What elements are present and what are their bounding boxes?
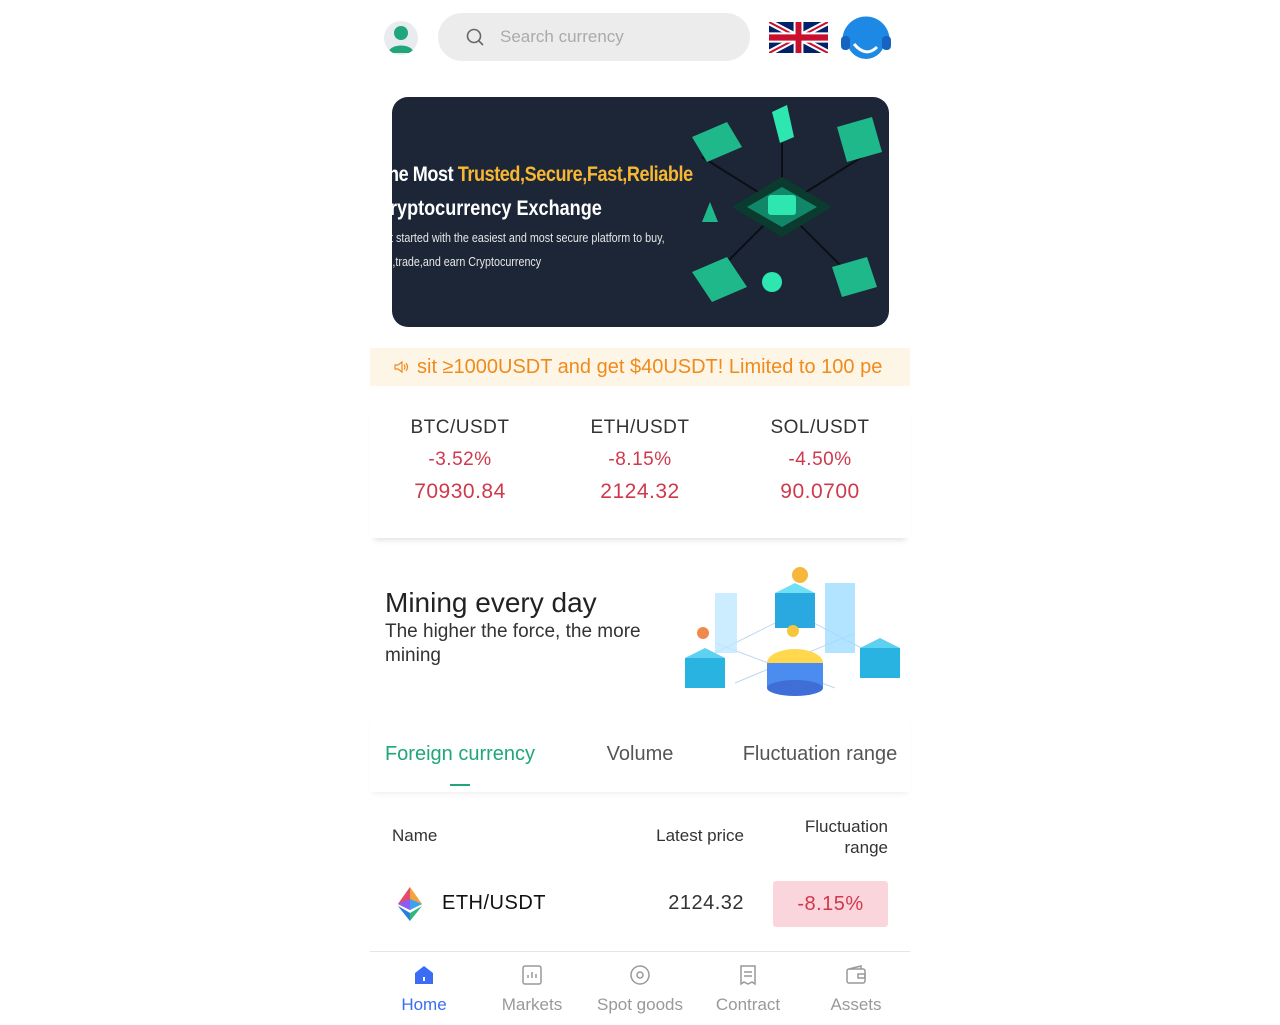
nav-spot-goods[interactable]: Spot goods (586, 952, 694, 1025)
header-latest-price: Latest price (656, 826, 744, 845)
banner-headline-2: ryptocurrency Exchange (392, 197, 602, 220)
user-avatar-icon[interactable] (384, 21, 418, 55)
nav-contract[interactable]: Contract (694, 952, 802, 1025)
ethereum-icon (398, 887, 422, 921)
nav-home[interactable]: Home (370, 952, 478, 1025)
ticker-change: -3.52% (428, 449, 492, 470)
header-fluctuation-range: Fluctuation range (804, 817, 888, 857)
ticker-strip: BTC/USDT -3.52% 70930.84 ETH/USDT -8.15%… (370, 400, 910, 538)
nav-label: Contract (715, 995, 781, 1014)
nav-label: Assets (830, 995, 882, 1014)
pair-name: ETH/USDT (442, 892, 546, 914)
nav-label: Spot goods (596, 995, 683, 1014)
banner-subtext-1: t started with the easiest and most secu… (392, 231, 665, 245)
tab-foreign-currency[interactable]: Foreign currency (370, 716, 550, 792)
nav-label: Home (401, 995, 447, 1014)
document-icon (740, 965, 756, 986)
header (370, 0, 910, 74)
ticker-change: -4.50% (788, 449, 852, 470)
mining-promo[interactable]: Mining every day The higher the force, t… (370, 558, 910, 708)
ticker-eth[interactable]: ETH/USDT -8.15% 2124.32 (550, 400, 730, 538)
announcement-bar[interactable]: sit ≥1000USDT and get $40USDT! Limited t… (370, 348, 910, 386)
market-tabs: Foreign currency Volume Fluctuation rang… (370, 716, 910, 792)
tab-fluctuation-range[interactable]: Fluctuation range (730, 716, 910, 792)
mining-title: Mining every day (385, 587, 597, 618)
nav-markets[interactable]: Markets (478, 952, 586, 1025)
home-icon (415, 966, 433, 984)
wallet-icon (846, 965, 866, 984)
header-name: Name (392, 826, 438, 845)
tab-volume[interactable]: Volume (550, 716, 730, 792)
ticker-price: 70930.84 (414, 480, 506, 503)
nav-label: Markets (501, 995, 563, 1014)
ticker-pair: SOL/USDT (770, 417, 870, 438)
customer-support-icon[interactable] (837, 14, 895, 62)
mobile-app: he Most Trusted,Secure,Fast,Reliable ryp… (370, 0, 910, 1025)
mining-servers-illustration (685, 567, 900, 696)
ticker-pair: ETH/USDT (590, 417, 690, 438)
uk-flag-icon[interactable] (769, 22, 828, 53)
announcement-text: sit ≥1000USDT and get $40USDT! Limited t… (417, 355, 883, 378)
ticker-change: -8.15% (608, 449, 672, 470)
banner-subtext-2: l,trade,and earn Cryptocurrency (392, 255, 542, 269)
ticker-price: 90.0700 (780, 480, 860, 503)
latest-price: 2124.32 (668, 892, 744, 914)
chart-bars-icon (522, 965, 542, 985)
table-header: Name Latest price Fluctuation range (370, 810, 910, 860)
table-row[interactable]: ETH/USDT 2124.32 -8.15% (370, 880, 910, 928)
mining-subtitle: The higher the force, the more mining (385, 621, 641, 666)
ticker-pair: BTC/USDT (410, 417, 510, 438)
search-icon (466, 28, 484, 46)
nav-assets[interactable]: Assets (802, 952, 910, 1025)
banner-headline: he Most Trusted,Secure,Fast,Reliable (392, 163, 693, 186)
ticker-btc[interactable]: BTC/USDT -3.52% 70930.84 (370, 400, 550, 538)
target-circle-icon (630, 965, 650, 985)
bottom-nav: Home Markets Spot goods Contract Assets (370, 951, 910, 1025)
search-input[interactable] (498, 26, 742, 48)
promo-banner[interactable]: he Most Trusted,Secure,Fast,Reliable ryp… (392, 97, 889, 327)
crypto-network-illustration (692, 105, 882, 302)
speaker-icon (394, 360, 409, 374)
fluctuation-badge: -8.15% (773, 881, 888, 927)
search-bar[interactable] (438, 13, 750, 61)
ticker-sol[interactable]: SOL/USDT -4.50% 90.0700 (730, 400, 910, 538)
ticker-price: 2124.32 (600, 480, 680, 503)
